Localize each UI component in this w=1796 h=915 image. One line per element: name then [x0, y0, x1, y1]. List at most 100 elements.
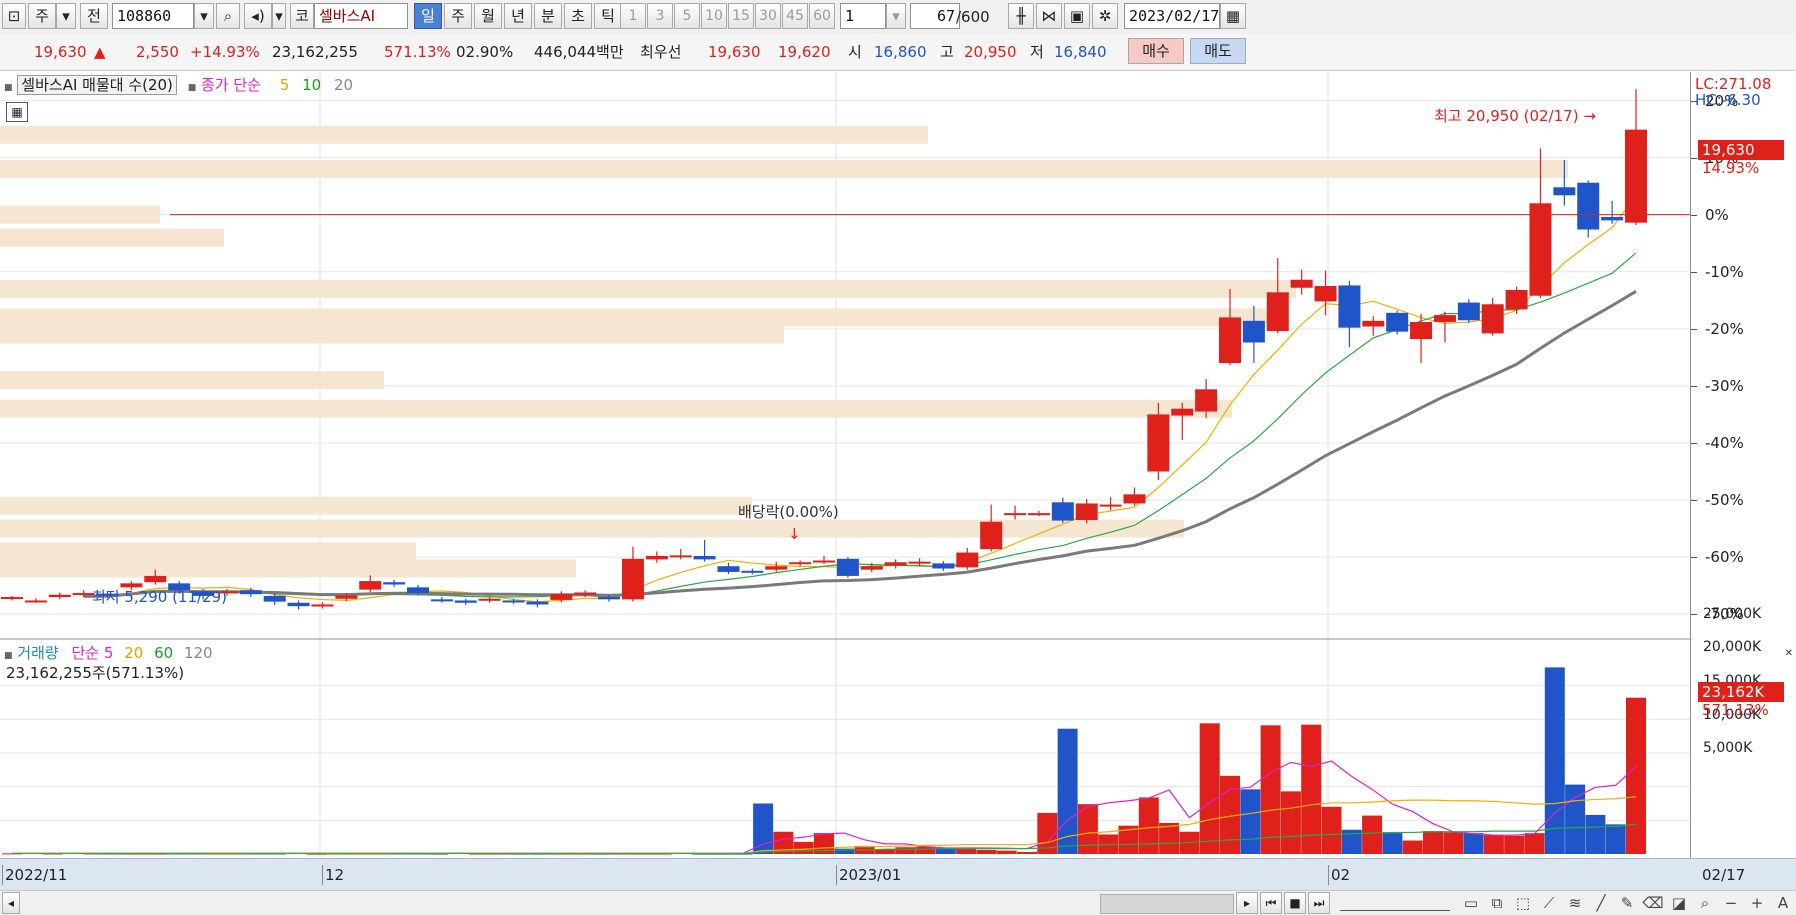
pane-close-icon[interactable]: ✕ [1785, 648, 1793, 659]
hc-label: HC:-6.30 [1695, 91, 1761, 109]
table-icon[interactable]: ▦ [6, 102, 28, 122]
volume-bar [976, 849, 997, 854]
minute-option-15[interactable]: 15 [728, 3, 754, 29]
fib-icon[interactable]: ≋ [1564, 893, 1586, 913]
layout-icon[interactable]: ▭ [1460, 893, 1482, 913]
vol-ma-label[interactable]: 단순 [71, 644, 99, 662]
candle-body [1529, 203, 1552, 296]
buy-button[interactable]: 매수 [1128, 38, 1184, 64]
price-tick-mark [1691, 500, 1697, 502]
stock-name-field[interactable]: 셀바스AI [314, 3, 408, 29]
price-tick: 0% [1705, 205, 1729, 224]
best-quote-label: 최우선 [640, 43, 682, 61]
candle-body [980, 521, 1003, 550]
ma-legend-label[interactable]: 종가 단순 [201, 76, 261, 94]
minute-option-60[interactable]: 60 [809, 3, 835, 29]
candle [1386, 310, 1409, 335]
ma20-legend: 20 [333, 76, 354, 94]
candle [1147, 403, 1170, 481]
volume-bar [1138, 797, 1159, 854]
line-icon[interactable]: ╱ [1590, 893, 1612, 913]
candle-body [1505, 290, 1528, 310]
minute-option-30[interactable]: 30 [755, 3, 781, 29]
candle-body [1266, 292, 1289, 332]
volume-bar [1382, 833, 1403, 854]
ma5-legend: 5 [279, 76, 290, 94]
minus-icon[interactable]: − [1720, 893, 1742, 913]
chart-area[interactable] [0, 72, 1690, 858]
minute-option-1[interactable]: 1 [620, 3, 646, 29]
price-legend: ■ 셀바스AI 매물대 수(20) ■ 종가 단순 5 10 20 [4, 75, 353, 98]
period-tab-3[interactable]: 년 [504, 3, 532, 29]
shapes-icon[interactable]: ⬚ [1512, 893, 1534, 913]
period-tab-5[interactable]: 초 [564, 3, 592, 29]
volume-legend-label[interactable]: 거래량 [17, 644, 58, 662]
candle-body [1577, 182, 1600, 230]
period-tab-6[interactable]: 틱 [594, 3, 622, 29]
volume-bar [1565, 784, 1586, 854]
chart-icon[interactable]: ◪ [1668, 893, 1690, 913]
minute-option-5[interactable]: 5 [674, 3, 700, 29]
stop-icon[interactable]: ■ [1284, 892, 1306, 914]
save-icon[interactable]: ▣ [1064, 3, 1090, 29]
period-tab-4[interactable]: 분 [534, 3, 562, 29]
candle-body [1410, 321, 1433, 340]
scroll-left-icon[interactable]: ◂ [2, 892, 20, 914]
up-arrow-icon: ▲ [94, 43, 106, 61]
zoom-icon[interactable]: ⌕ [1694, 893, 1716, 913]
indicator-icon[interactable]: ⋈ [1036, 3, 1062, 29]
low-price: 16,840 [1054, 43, 1107, 61]
kospi-button[interactable]: 코 [290, 3, 314, 29]
market-dropdown-icon[interactable]: ▾ [56, 3, 76, 29]
trend-icon[interactable]: ⟋ [1538, 893, 1560, 913]
count-input[interactable]: 67 [910, 3, 960, 29]
volume-bar [1321, 806, 1342, 854]
high-label: 고 [940, 43, 954, 61]
period-tab-2[interactable]: 월 [474, 3, 502, 29]
volume-profile-bar [0, 519, 1184, 538]
candle-body [574, 592, 597, 595]
period-tab-1[interactable]: 주 [444, 3, 472, 29]
sell-button[interactable]: 매도 [1190, 38, 1246, 64]
gear-icon[interactable]: ✲ [1092, 3, 1118, 29]
arrow-down-icon: ↓ [788, 525, 801, 543]
volume-bar [1199, 723, 1220, 854]
period-tab-0[interactable]: 일 [414, 3, 442, 29]
unit-dropdown-icon[interactable]: ▾ [886, 3, 906, 29]
date-input[interactable]: 2023/02/17 [1124, 3, 1220, 29]
speaker-icon[interactable]: ◂) [244, 3, 272, 29]
minute-option-3[interactable]: 3 [647, 3, 673, 29]
scroll-right-icon[interactable]: ▸ [1236, 892, 1258, 914]
search-icon[interactable]: ⌕ [216, 3, 240, 29]
market-button[interactable]: 주 [28, 3, 56, 29]
high-marker-text: 최고 20,950 (02/17) [1434, 107, 1579, 125]
candle-body [1242, 320, 1265, 343]
speaker-dropdown-icon[interactable]: ▾ [272, 3, 286, 29]
volume-bar [895, 847, 916, 854]
candle [1075, 498, 1098, 524]
prev-button[interactable]: 전 [80, 3, 108, 29]
copy-icon[interactable]: ⧉ [1486, 893, 1508, 913]
candle-type-icon[interactable]: ╫ [1008, 3, 1034, 29]
minute-option-45[interactable]: 45 [782, 3, 808, 29]
minute-option-10[interactable]: 10 [701, 3, 727, 29]
text-icon[interactable]: A [1772, 893, 1794, 913]
candle-body [1290, 279, 1313, 288]
calendar-icon[interactable]: ▦ [1220, 3, 1246, 29]
unit-input[interactable]: 1 [840, 3, 886, 29]
plus-icon[interactable]: + [1746, 893, 1768, 913]
pencil-icon[interactable]: ✎ [1616, 893, 1638, 913]
eraser-icon[interactable]: ⌫ [1642, 893, 1664, 913]
fast-forward-icon[interactable]: ⏭ [1308, 892, 1330, 914]
zoom-slider[interactable] [1340, 896, 1450, 911]
code-dropdown-icon[interactable]: ▾ [194, 3, 214, 29]
x-axis-bar: 2022/11 12 2023/01 02 02/17 [0, 858, 1796, 891]
rewind-icon[interactable]: ⏮ [1260, 892, 1282, 914]
vp-legend-label[interactable]: 셀바스AI 매물대 수(20) [17, 75, 177, 95]
scroll-thumb[interactable] [1100, 894, 1234, 914]
stock-code-input[interactable]: 108860 [112, 3, 194, 29]
candle-body [1457, 302, 1480, 321]
candle [383, 579, 406, 587]
candle-body [1362, 320, 1385, 327]
menu-icon[interactable]: ⊡ [2, 3, 26, 29]
